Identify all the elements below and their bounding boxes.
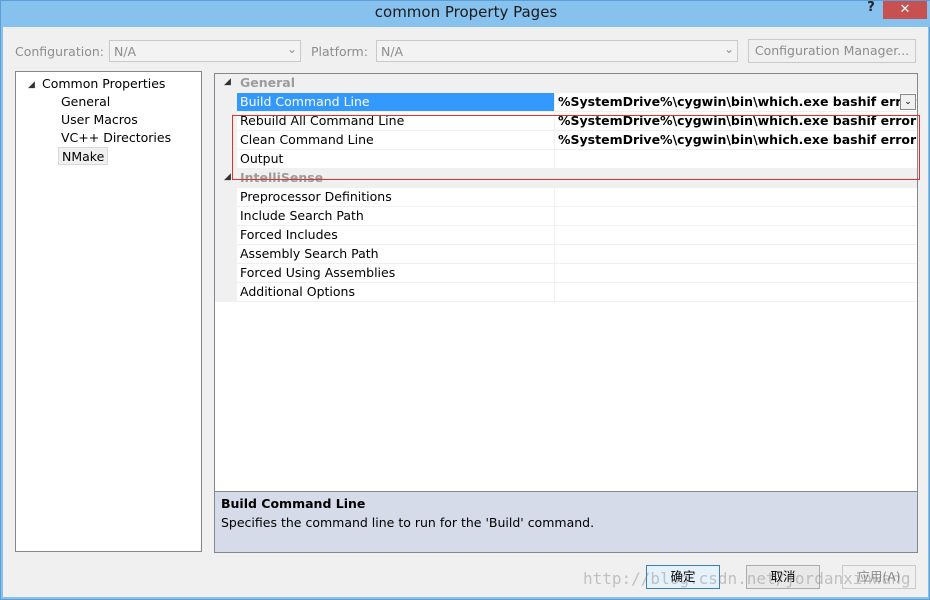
property-row-rebuild-all-command-line[interactable]: Rebuild All Command Line %SystemDrive%\c… (215, 112, 917, 131)
property-row-clean-command-line[interactable]: Clean Command Line %SystemDrive%\cygwin\… (215, 131, 917, 150)
close-button[interactable]: ✕ (883, 1, 927, 19)
property-value[interactable]: %SystemDrive%\cygwin\bin\which.exe bashi… (555, 131, 917, 150)
property-grid[interactable]: ◢ General Build Command Line %SystemDriv… (214, 73, 918, 492)
property-row-forced-includes[interactable]: Forced Includes (215, 226, 917, 245)
category-label: General (237, 74, 555, 93)
property-name[interactable]: Build Command Line (237, 93, 555, 112)
category-intellisense[interactable]: ◢ IntelliSense (215, 169, 917, 188)
description-title: Build Command Line (221, 496, 366, 511)
title-bar[interactable]: common Property Pages ? ✕ (1, 1, 930, 27)
configuration-label: Configuration: (15, 44, 104, 59)
tree-item-general[interactable]: General (61, 93, 110, 111)
property-row-assembly-search-path[interactable]: Assembly Search Path (215, 245, 917, 264)
property-value[interactable] (555, 226, 917, 245)
collapse-arrow-icon[interactable]: ◢ (224, 77, 231, 87)
tree-item-user-macros[interactable]: User Macros (61, 111, 138, 129)
tree-root-common-properties[interactable]: ◢ Common Properties (16, 75, 201, 93)
property-tree[interactable]: ◢ Common Properties General User Macros … (15, 71, 202, 552)
property-row-include-search-path[interactable]: Include Search Path (215, 207, 917, 226)
property-value: %SystemDrive%\cygwin\bin\which.exe bashi… (558, 94, 917, 109)
chevron-down-icon: ⌄ (286, 42, 297, 56)
property-value[interactable] (555, 245, 917, 264)
help-button[interactable]: ? (863, 1, 879, 19)
configuration-dropdown[interactable]: N/A ⌄ (109, 40, 301, 62)
property-pages-window: common Property Pages ? ✕ Configuration:… (0, 0, 930, 600)
description-panel: Build Command Line Specifies the command… (214, 491, 918, 553)
cancel-button[interactable]: 取消 (746, 565, 820, 589)
ok-button[interactable]: 确定 (646, 565, 720, 589)
property-name[interactable]: Include Search Path (237, 207, 555, 226)
property-name[interactable]: Assembly Search Path (237, 245, 555, 264)
configuration-value: N/A (114, 44, 137, 59)
property-value[interactable] (555, 283, 917, 302)
property-name[interactable]: Output (237, 150, 555, 169)
window-title: common Property Pages (374, 3, 558, 21)
property-value[interactable]: %SystemDrive%\cygwin\bin\which.exe bashi… (555, 112, 917, 131)
property-name[interactable]: Rebuild All Command Line (237, 112, 555, 131)
property-value[interactable] (555, 188, 917, 207)
dialog-client-area: Configuration: N/A ⌄ Platform: N/A ⌄ Con… (3, 27, 928, 597)
category-general[interactable]: ◢ General (215, 74, 917, 93)
description-text: Specifies the command line to run for th… (221, 515, 595, 530)
configuration-manager-button[interactable]: Configuration Manager... (748, 39, 916, 63)
platform-dropdown[interactable]: N/A ⌄ (376, 40, 738, 62)
tree-item-nmake[interactable]: NMake (58, 147, 109, 165)
property-row-forced-using-assemblies[interactable]: Forced Using Assemblies (215, 264, 917, 283)
apply-button[interactable]: 应用(A) (842, 565, 916, 589)
platform-label: Platform: (311, 44, 368, 59)
property-name[interactable]: Preprocessor Definitions (237, 188, 555, 207)
property-name[interactable]: Forced Includes (237, 226, 555, 245)
expand-arrow-icon[interactable]: ◢ (28, 77, 35, 94)
property-value[interactable] (555, 150, 917, 169)
property-row-output[interactable]: Output (215, 150, 917, 169)
property-value[interactable] (555, 207, 917, 226)
property-row-preprocessor-definitions[interactable]: Preprocessor Definitions (215, 188, 917, 207)
tree-root-label: Common Properties (42, 76, 166, 91)
property-row-additional-options[interactable]: Additional Options (215, 283, 917, 302)
collapse-arrow-icon[interactable]: ◢ (224, 172, 231, 182)
category-label: IntelliSense (237, 169, 555, 188)
property-value-field[interactable]: %SystemDrive%\cygwin\bin\which.exe bashi… (555, 93, 917, 112)
platform-value: N/A (381, 44, 404, 59)
property-name[interactable]: Clean Command Line (237, 131, 555, 150)
chevron-down-icon[interactable]: ⌄ (900, 94, 916, 110)
property-name[interactable]: Forced Using Assemblies (237, 264, 555, 283)
property-name[interactable]: Additional Options (237, 283, 555, 302)
tree-item-vc-directories[interactable]: VC++ Directories (61, 129, 171, 147)
property-value[interactable] (555, 264, 917, 283)
property-row-build-command-line[interactable]: Build Command Line %SystemDrive%\cygwin\… (215, 93, 917, 112)
chevron-down-icon: ⌄ (723, 42, 734, 56)
